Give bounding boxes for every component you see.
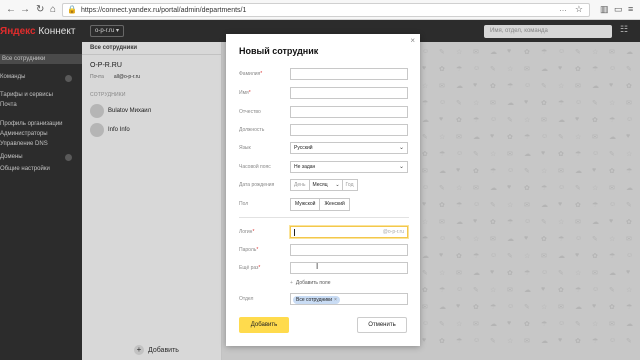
required-mark: * [252,229,255,235]
gender-label: Пол [239,201,249,207]
language-label: Язык [239,145,251,151]
login-domain-suffix: @o-p-r.ru [382,229,404,235]
timezone-row: Часовой пояс Не задан ⌄ [239,161,409,173]
back-icon[interactable]: ← [6,4,16,16]
add-field-link[interactable]: + Добавить поле [290,280,331,286]
password-label: Пароль* [239,247,258,253]
patronymic-label: Отчество [239,109,261,115]
password-row: Пароль* [239,244,409,256]
address-bar[interactable]: 🔒 https://connect.yandex.ru/portal/admin… [62,3,590,17]
position-field[interactable] [290,124,408,136]
more-icon[interactable]: … [559,4,567,13]
add-field-label: Добавить поле [295,280,331,286]
position-row: Должность [239,124,409,136]
first-name-label: Имя* [239,90,251,96]
dialog-title: Новый сотрудник [239,46,319,56]
month-select[interactable]: Месяц ⌄ [308,179,343,191]
label-text: Ещё раз [239,265,259,271]
plus-icon: + [290,280,293,286]
patronymic-field[interactable] [290,106,408,118]
birthdate-row: Дата рождения День Месяц ⌄ Год [239,179,409,191]
chevron-down-icon: ⌄ [398,145,404,151]
remove-tag-icon[interactable]: × [334,297,337,303]
required-mark: * [256,247,259,253]
menu-icon[interactable]: ≡ [628,4,633,14]
text-caret [294,229,295,236]
sidebar-toggle-icon[interactable]: ▭ [614,4,623,15]
language-value: Русский [294,145,313,151]
department-field[interactable]: Все сотрудники × [290,293,408,305]
gender-row: Пол Мужской Женский [239,198,409,211]
language-row: Язык Русский ⌄ [239,142,409,154]
cancel-button[interactable]: Отменить [357,317,407,333]
password-repeat-row: Ещё раз* [239,262,409,274]
lock-icon: 🔒 [67,5,77,14]
day-field[interactable]: День [290,179,310,191]
last-name-row: Фамилия* [239,68,409,80]
timezone-value: Не задан [294,164,316,170]
password-repeat-label: Ещё раз* [239,265,260,271]
last-name-label: Фамилия* [239,71,262,77]
label-text: Имя [239,90,249,96]
gender-male-button[interactable]: Мужской [290,198,321,211]
first-name-row: Имя* [239,87,409,99]
browser-toolbar: ← → ↻ ⌂ 🔒 https://connect.yandex.ru/port… [0,0,640,20]
birthdate-group: День Месяц ⌄ Год [290,179,358,191]
language-select[interactable]: Русский ⌄ [290,142,408,154]
label-text: Логин [239,229,253,235]
required-mark: * [260,71,263,77]
label-text: Пароль [239,247,257,253]
tag-label: Все сотрудники [296,297,333,303]
chevron-down-icon: ⌄ [335,182,340,188]
divider [239,217,409,218]
submit-button[interactable]: Добавить [239,317,289,333]
login-label: Логин* [239,229,254,235]
forward-icon[interactable]: → [20,4,30,16]
text-cursor-icon: I [316,262,319,271]
position-label: Должность [239,127,265,133]
password-field[interactable] [290,244,408,256]
timezone-select[interactable]: Не задан ⌄ [290,161,408,173]
new-employee-dialog: × Новый сотрудник Фамилия* Имя* Отчество… [226,34,420,346]
gender-toggle: Мужской Женский [290,198,350,211]
bookmark-star-icon[interactable]: ☆ [575,4,583,15]
library-icon[interactable]: ▥ [600,4,609,15]
close-icon[interactable]: × [410,36,415,45]
label-text: Фамилия [239,71,261,77]
patronymic-row: Отчество [239,106,409,118]
chevron-down-icon: ⌄ [398,164,404,170]
login-field[interactable]: @o-p-r.ru [290,226,408,238]
timezone-label: Часовой пояс [239,164,271,170]
month-value: Месяц [312,182,328,188]
birthdate-label: Дата рождения [239,182,275,188]
last-name-field[interactable] [290,68,408,80]
gender-female-button[interactable]: Женский [319,198,350,211]
reload-icon[interactable]: ↻ [36,4,44,16]
password-repeat-field[interactable] [290,262,408,274]
department-row: Отдел Все сотрудники × [239,293,409,305]
year-field[interactable]: Год [341,179,358,191]
required-mark: * [258,265,261,271]
url-text: https://connect.yandex.ru/portal/admin/d… [81,7,247,14]
department-tag: Все сотрудники × [293,296,340,304]
login-row: Логин* @o-p-r.ru [239,226,409,238]
required-mark: * [248,90,251,96]
home-icon[interactable]: ⌂ [50,4,56,16]
department-label: Отдел [239,296,254,302]
first-name-field[interactable] [290,87,408,99]
